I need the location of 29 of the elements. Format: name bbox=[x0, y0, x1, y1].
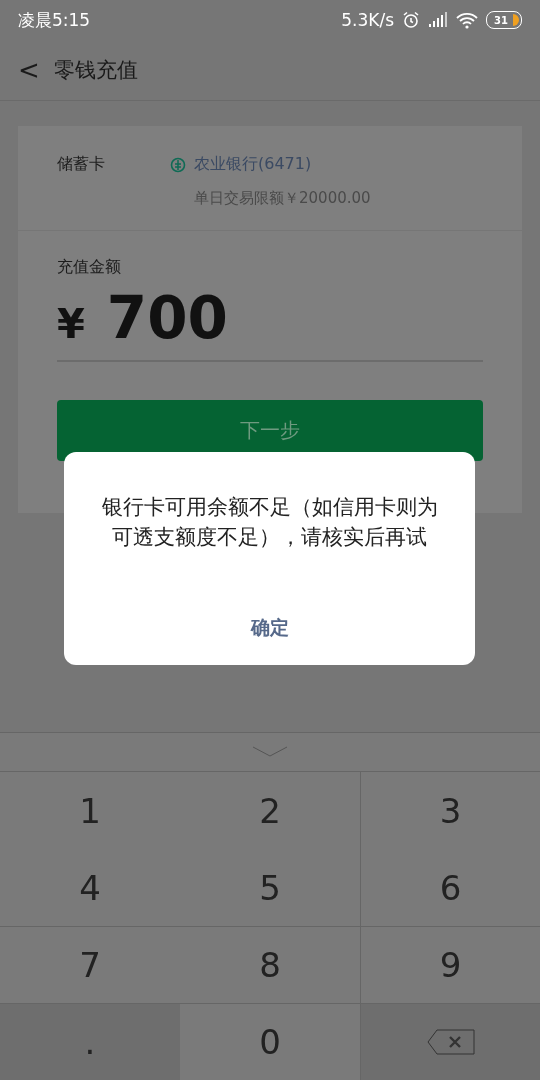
page-title: 零钱充值 bbox=[54, 57, 138, 84]
signal-icon bbox=[428, 12, 448, 28]
status-time: 凌晨5:15 bbox=[18, 8, 91, 32]
keypad-key[interactable]: 9 bbox=[360, 926, 540, 1003]
backspace-icon bbox=[426, 1029, 475, 1055]
keypad-key[interactable]: 7 bbox=[0, 926, 180, 1003]
backspace-key[interactable] bbox=[360, 1003, 540, 1080]
collapse-keyboard-icon[interactable] bbox=[252, 746, 288, 758]
network-speed: 5.3K/s bbox=[341, 10, 394, 30]
keypad-key[interactable]: 0 bbox=[180, 1003, 360, 1080]
card-type-label: 储蓄卡 bbox=[57, 154, 106, 175]
keypad-key[interactable]: 1 bbox=[0, 772, 180, 849]
battery-icon: 31 bbox=[486, 11, 522, 29]
keypad-key[interactable]: 4 bbox=[0, 849, 180, 926]
dialog-message: 银行卡可用余额不足（如信用卡则为可透支额度不足），请核实后再试 bbox=[100, 494, 439, 551]
bank-logo-icon bbox=[170, 156, 186, 173]
keypad-key[interactable]: 6 bbox=[360, 849, 540, 926]
keypad-key[interactable]: 8 bbox=[180, 926, 360, 1003]
alarm-icon bbox=[402, 11, 420, 29]
keypad-key[interactable]: 2 bbox=[180, 772, 360, 849]
keypad-key[interactable]: 5 bbox=[180, 849, 360, 926]
amount-field[interactable]: ¥ 700 bbox=[57, 278, 483, 362]
keypad-key[interactable]: 3 bbox=[360, 772, 540, 849]
wifi-icon bbox=[456, 11, 478, 29]
amount-label: 充值金额 bbox=[57, 257, 122, 278]
keypad-key[interactable]: . bbox=[0, 1003, 180, 1080]
confirm-button[interactable]: 确定 bbox=[236, 611, 303, 645]
bank-name[interactable]: 农业银行(6471) bbox=[194, 154, 312, 175]
back-button[interactable]: < bbox=[18, 55, 54, 85]
